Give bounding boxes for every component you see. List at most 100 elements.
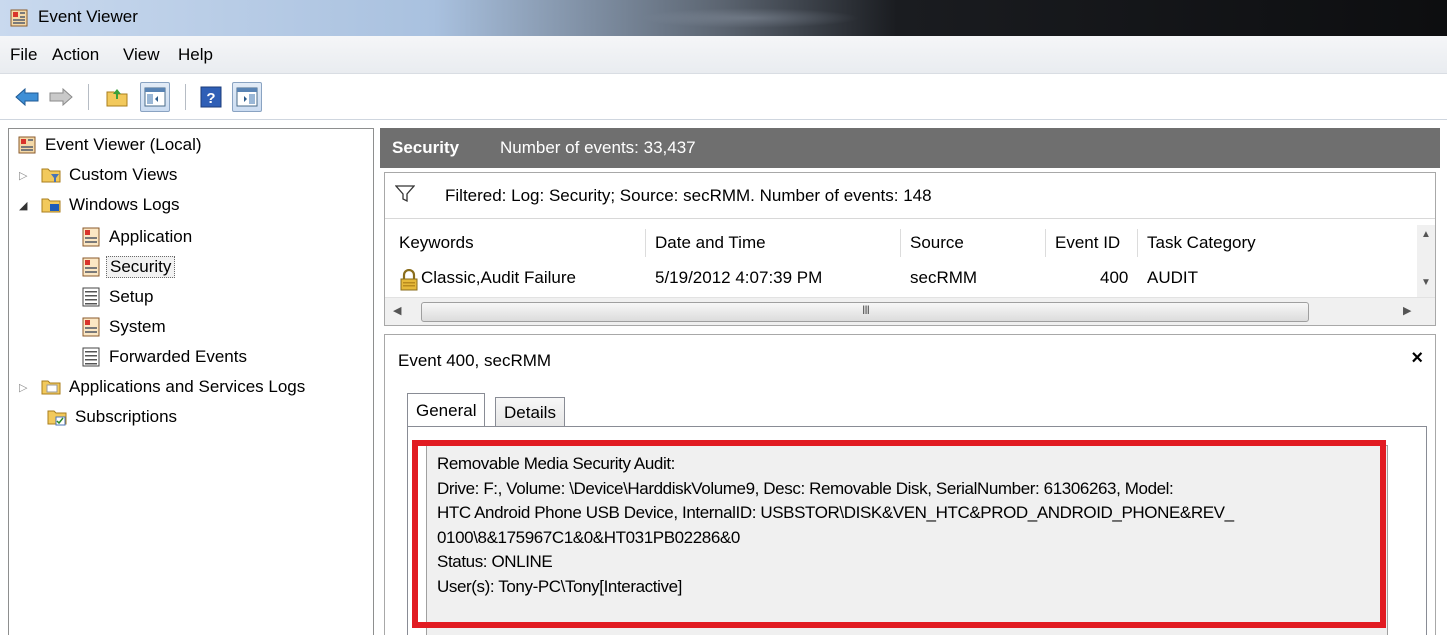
filter-bar: Filtered: Log: Security; Source: secRMM.…: [385, 173, 1435, 219]
column-keywords[interactable]: Keywords: [399, 233, 474, 253]
message-line: 0100\8&175967C1&0&HT031PB02286&0: [437, 527, 740, 547]
vertical-scrollbar[interactable]: ▲ ▼: [1417, 225, 1435, 297]
message-line: Drive: F:, Volume: \Device\HarddiskVolum…: [437, 478, 1174, 498]
cell-event-id: 400: [1100, 268, 1129, 287]
column-divider[interactable]: [900, 229, 901, 257]
help-icon: ?: [200, 86, 222, 108]
toolbar: ?: [0, 74, 1447, 120]
tree-label: Forwarded Events: [109, 347, 247, 366]
svg-text:?: ?: [206, 90, 215, 107]
event-detail-title: Event 400, secRMM: [398, 351, 552, 370]
back-arrow-icon: [15, 87, 39, 107]
tree-node-applications-services-logs[interactable]: Applications and Services Logs: [41, 373, 305, 401]
column-divider[interactable]: [1045, 229, 1046, 257]
event-log-icon: [82, 317, 100, 337]
log-name: Security: [392, 138, 460, 157]
scroll-right-icon[interactable]: ▶: [1403, 304, 1411, 317]
general-tab-body: Removable Media Security Audit: Drive: F…: [407, 426, 1427, 635]
collapse-arrow-icon[interactable]: ◢: [19, 199, 27, 212]
tree-label: Custom Views: [69, 165, 178, 184]
message-line: Status: ONLINE: [437, 552, 553, 571]
event-log-icon: [82, 227, 100, 247]
filter-funnel-icon: [395, 185, 415, 203]
filter-description: Filtered: Log: Security; Source: secRMM.…: [445, 186, 932, 205]
show-hide-action-pane-icon: [236, 87, 258, 107]
tree-label: Applications and Services Logs: [69, 377, 306, 396]
scroll-grip: III: [862, 303, 870, 317]
scroll-thumb[interactable]: III: [421, 302, 1309, 322]
tab-details[interactable]: Details: [495, 397, 565, 427]
show-hide-console-tree-icon: [144, 87, 166, 107]
column-divider[interactable]: [1137, 229, 1138, 257]
column-source[interactable]: Source: [910, 233, 964, 253]
events-list-pane: Filtered: Log: Security; Source: secRMM.…: [384, 172, 1436, 326]
scroll-down-icon[interactable]: ▼: [1421, 277, 1431, 288]
column-divider[interactable]: [645, 229, 646, 257]
tree-label: System: [109, 317, 166, 336]
folder-icon: [41, 380, 61, 395]
forward-arrow-icon: [49, 87, 73, 107]
tree-label: Security: [106, 256, 176, 278]
message-line: Removable Media Security Audit:: [437, 454, 676, 473]
column-date-time[interactable]: Date and Time: [655, 233, 766, 253]
tree-node-setup[interactable]: Setup: [81, 283, 153, 311]
up-folder-icon: [106, 89, 128, 107]
expand-arrow-icon[interactable]: ▷: [19, 381, 27, 394]
tree-node-application[interactable]: Application: [81, 223, 192, 251]
show-hide-action-pane-button[interactable]: [232, 82, 262, 112]
folder-windows-icon: [41, 198, 61, 213]
tree-node-event-viewer-local[interactable]: Event Viewer (Local): [17, 131, 202, 159]
tree-label: Windows Logs: [69, 195, 180, 214]
folder-filter-icon: [41, 168, 61, 183]
message-line: User(s): Tony-PC\Tony[Interactive]: [437, 576, 682, 596]
event-detail-pane: Event 400, secRMM × General Details Remo…: [384, 334, 1436, 635]
menu-help[interactable]: Help: [178, 45, 213, 65]
column-event-id[interactable]: Event ID: [1055, 233, 1120, 253]
menu-bar: File Action View Help: [0, 36, 1447, 74]
close-icon[interactable]: ×: [1411, 347, 1423, 370]
table-row[interactable]: Classic,Audit Failure 5/19/2012 4:07:39 …: [385, 261, 1417, 297]
event-message[interactable]: Removable Media Security Audit: Drive: F…: [426, 445, 1388, 635]
event-count: Number of events: 33,437: [500, 138, 696, 157]
tab-general[interactable]: General: [407, 393, 486, 427]
tree-label: Application: [109, 227, 193, 246]
forward-button[interactable]: [46, 82, 76, 112]
toolbar-separator-2: [185, 84, 186, 110]
menu-file[interactable]: File: [10, 45, 37, 65]
subscriptions-icon: [47, 410, 67, 426]
tab-label: Details: [504, 402, 556, 422]
scroll-up-icon[interactable]: ▲: [1421, 229, 1431, 240]
window-title: Event Viewer: [38, 7, 138, 26]
menu-view[interactable]: View: [123, 45, 160, 65]
console-tree: Event Viewer (Local) ▷ Custom Views ◢ Wi…: [8, 128, 374, 635]
tree-node-subscriptions[interactable]: Subscriptions: [47, 403, 177, 431]
expand-arrow-icon[interactable]: ▷: [19, 169, 27, 182]
tree-label: Setup: [109, 287, 154, 306]
tab-label: General: [416, 400, 477, 420]
up-button[interactable]: [102, 82, 132, 112]
tree-node-security[interactable]: Security: [81, 253, 176, 281]
log-header: Security Number of events: 33,437: [380, 128, 1440, 168]
table-header: Keywords Date and Time Source Event ID T…: [385, 225, 1417, 261]
toolbar-separator: [88, 84, 89, 110]
event-viewer-icon: [10, 9, 28, 27]
menu-action[interactable]: Action: [52, 45, 99, 65]
log-document-icon: [82, 347, 100, 367]
tree-node-system[interactable]: System: [81, 313, 166, 341]
tree-node-custom-views[interactable]: Custom Views: [41, 161, 177, 189]
help-button[interactable]: ?: [196, 82, 226, 112]
event-log-icon: [82, 257, 100, 277]
tree-label: Subscriptions: [75, 407, 178, 426]
tree-node-windows-logs[interactable]: Windows Logs: [41, 191, 180, 219]
horizontal-scrollbar[interactable]: ◀ III ▶: [385, 297, 1435, 325]
cell-date-time: 5/19/2012 4:07:39 PM: [655, 268, 823, 287]
tree-node-forwarded-events[interactable]: Forwarded Events: [81, 343, 247, 371]
cell-source: secRMM: [910, 268, 978, 287]
scroll-left-icon[interactable]: ◀: [393, 304, 401, 317]
event-viewer-icon: [18, 136, 36, 154]
title-bar: Event Viewer: [0, 0, 1447, 36]
back-button[interactable]: [12, 82, 42, 112]
show-hide-console-tree-button[interactable]: [140, 82, 170, 112]
main-panel: Security Number of events: 33,437 Filter…: [380, 128, 1447, 635]
column-task-category[interactable]: Task Category: [1147, 233, 1256, 253]
